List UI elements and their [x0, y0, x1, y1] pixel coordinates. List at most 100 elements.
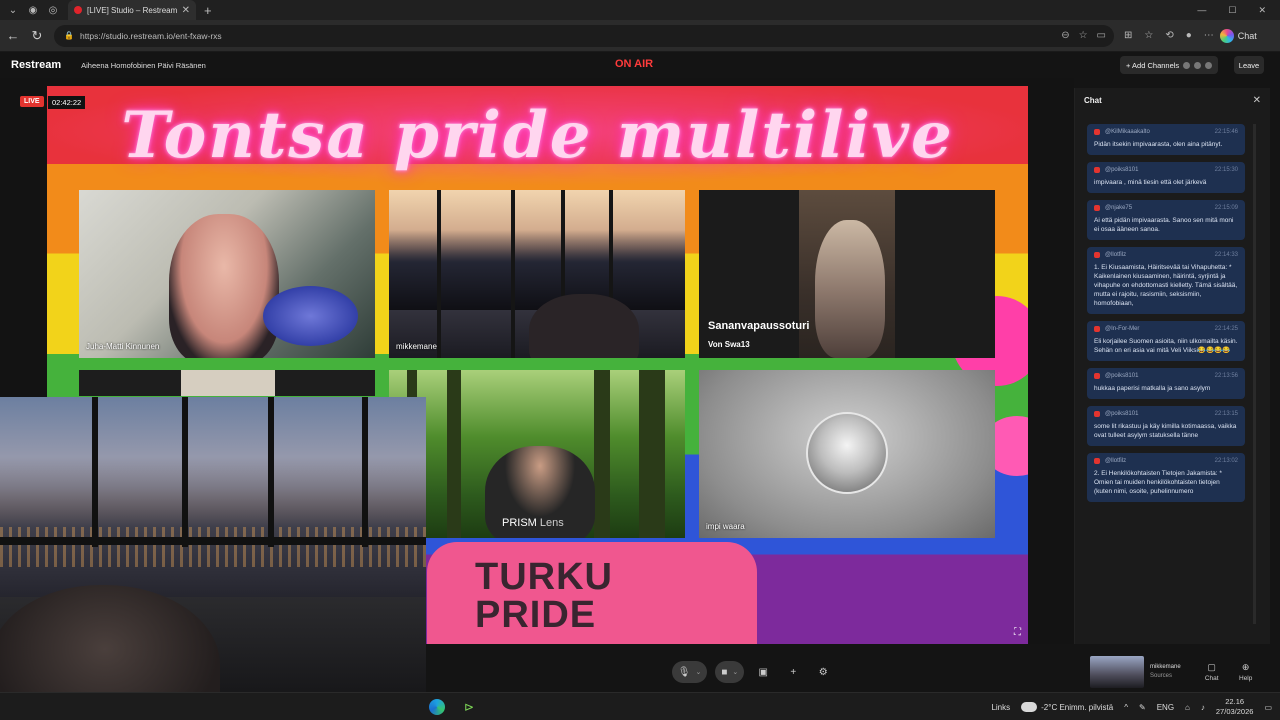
volume-icon[interactable]: ♪: [1201, 703, 1205, 712]
participant-video: [529, 294, 639, 358]
participant-tile-3[interactable]: Sananvapaussoturi Von Swa13: [699, 190, 995, 358]
window-frame: [268, 397, 274, 547]
chat-message-meta: @KilMikaaakalto 22:15:46: [1094, 129, 1238, 135]
split-screen-icon[interactable]: ▭: [1097, 30, 1106, 41]
favorites-icon[interactable]: ☆: [1144, 30, 1153, 41]
presenter-shirt: TURKU PRIDE: [427, 542, 757, 644]
camera-button[interactable]: ■ ⌄: [715, 661, 745, 683]
notification-icon[interactable]: ▭: [1264, 703, 1272, 712]
tree-background: [639, 370, 665, 538]
chat-message[interactable]: @In-For-Mer 22:14:25 Eli korjailee Suomen …: [1087, 321, 1245, 361]
restream-logo[interactable]: Restream: [11, 59, 61, 71]
window-frame: [511, 190, 515, 358]
language-indicator[interactable]: ENG: [1157, 703, 1174, 712]
app-taskbar-icon[interactable]: ⊳: [460, 698, 478, 716]
edge-taskbar-icon[interactable]: [428, 698, 446, 716]
extensions-icon[interactable]: ⊞: [1124, 30, 1132, 41]
headphones-graphic: [263, 286, 358, 346]
participant-tile-2[interactable]: mikkemane: [389, 190, 685, 358]
chat-message[interactable]: @poiks8101 22:13:15 some lit rikastuu ja k…: [1087, 406, 1245, 446]
plus-icon: +: [790, 666, 797, 678]
chevron-up-icon[interactable]: ^: [1124, 703, 1128, 712]
leave-button[interactable]: Leave: [1234, 56, 1264, 74]
chevron-down-icon[interactable]: ⌄: [732, 668, 738, 676]
minimize-icon[interactable]: —: [1197, 5, 1206, 16]
stream-title[interactable]: Aiheena Homofobinen Päivi Räsänen: [81, 61, 206, 70]
close-window-icon[interactable]: ✕: [1258, 5, 1266, 16]
add-button[interactable]: +: [782, 661, 804, 683]
copilot-icon: [1219, 28, 1234, 43]
participant-figure: [815, 220, 885, 358]
source-info: mikkemane Sources: [1150, 663, 1181, 681]
chat-timestamp: 22:14:25: [1214, 326, 1238, 332]
settings-button[interactable]: ⚙: [812, 661, 834, 683]
chat-timestamp: 22:13:56: [1214, 373, 1238, 379]
youtube-icon: [1094, 458, 1100, 464]
clock[interactable]: 22.16 27/03/2026: [1216, 697, 1254, 717]
chat-username: @KilMikaaakalto: [1105, 129, 1150, 135]
source-thumbnail[interactable]: [1090, 656, 1144, 688]
participant-avatar: [806, 412, 888, 494]
history-icon[interactable]: ⟲: [1165, 30, 1173, 41]
participant-name: impi waara: [706, 522, 745, 531]
chevron-down-icon[interactable]: ⌄: [695, 668, 701, 676]
refresh-icon[interactable]: ↻: [26, 25, 48, 47]
camera-icon: ■: [721, 666, 728, 678]
chat-message-meta: @In-For-Mer 22:14:25: [1094, 326, 1238, 332]
links-toolbar[interactable]: Links: [991, 703, 1010, 712]
maximize-icon[interactable]: ☐: [1228, 5, 1236, 16]
more-icon[interactable]: ⋯: [1204, 30, 1214, 41]
participant-tile-6[interactable]: [79, 370, 375, 396]
help-button[interactable]: ⊕ Help: [1229, 662, 1263, 682]
back-icon[interactable]: ←: [2, 25, 24, 47]
participant-name: Juha-Matti Kinnunen: [86, 342, 160, 351]
pen-icon[interactable]: ✎: [1139, 703, 1146, 712]
chat-message[interactable]: @llotfilz 22:13:02 2. Ei Henkilökohtaisten…: [1087, 453, 1245, 502]
window-sill: [0, 537, 426, 545]
add-channels-button[interactable]: + Add Channels: [1120, 56, 1219, 74]
close-chat-icon[interactable]: ✕: [1253, 95, 1261, 106]
chat-message[interactable]: @poiks8101 22:13:56 hukkaa paperisi matkal…: [1087, 368, 1245, 399]
sources-area: mikkemane Sources ▢ Chat ⊕ Help: [1090, 654, 1280, 690]
chat-message-meta: @llotfilz 22:13:02: [1094, 458, 1238, 464]
youtube-icon: [1094, 205, 1100, 211]
new-tab-button[interactable]: +: [204, 3, 212, 18]
microphone-button[interactable]: 🎙 ⌄: [671, 661, 708, 683]
participant-name: mikkemane: [396, 342, 437, 351]
chat-scrollbar[interactable]: [1253, 124, 1256, 624]
chat-message[interactable]: @KilMikaaakalto 22:15:46 Pidän itsekin imp…: [1087, 124, 1245, 155]
profile-icon[interactable]: ◉: [26, 3, 40, 17]
system-tray: Links -2°C Enimm. pilvistä ^ ✎ ENG ⌂ ♪ 2…: [991, 697, 1272, 717]
fullscreen-icon[interactable]: ⛶: [1014, 627, 1021, 638]
copilot-chat-button[interactable]: Chat: [1219, 28, 1257, 43]
participant-tile-4[interactable]: saND PRISM Lens: [389, 370, 685, 538]
network-icon[interactable]: ⌂: [1185, 703, 1190, 712]
favorite-star-icon[interactable]: ☆: [1079, 30, 1088, 41]
zoom-icon[interactable]: ⊖: [1061, 30, 1069, 41]
participant-tile-5[interactable]: impi waara: [699, 370, 995, 538]
webcam-overlay: [0, 397, 426, 720]
chat-message[interactable]: @njake75 22:15:09 Ai että pidän impivaaras…: [1087, 200, 1245, 240]
side-chat-button[interactable]: ▢ Chat: [1195, 662, 1229, 682]
tab-close-icon[interactable]: ✕: [182, 5, 190, 16]
participant-video: [169, 214, 279, 358]
youtube-icon: [1094, 373, 1100, 379]
add-channels-label: + Add Channels: [1126, 60, 1180, 70]
url-field[interactable]: 🔒 https://studio.restream.io/ent-fxaw-rx…: [54, 24, 1114, 47]
chat-username: @njake75: [1105, 205, 1133, 211]
profile-avatar-icon[interactable]: ●: [1186, 30, 1192, 41]
weather-widget[interactable]: -2°C Enimm. pilvistä: [1021, 702, 1113, 712]
share-screen-button[interactable]: ▣: [752, 661, 774, 683]
tab-actions-icon[interactable]: ⌄: [6, 3, 20, 17]
workspaces-icon[interactable]: ◎: [46, 3, 60, 17]
participant-tile-1[interactable]: Juha-Matti Kinnunen: [79, 190, 375, 358]
chat-message[interactable]: @llotfilz 22:14:33 1. Ei Kiusaamista, Häir…: [1087, 247, 1245, 314]
youtube-icon: [1094, 129, 1100, 135]
side-chat-label: Chat: [1204, 675, 1219, 682]
chat-message[interactable]: @poiks8101 22:15:30 impivaara , minä tiesi…: [1087, 162, 1245, 193]
tab-restream-studio[interactable]: [LIVE] Studio – Restream ✕: [68, 0, 196, 20]
participant-name: Sananvapaussoturi: [708, 320, 810, 332]
shirt-text: TURKU PRIDE: [475, 556, 613, 636]
chat-message-list[interactable]: @KilMikaaakalto 22:15:46 Pidän itsekin imp…: [1087, 124, 1245, 634]
on-air-indicator: ON AIR: [615, 58, 654, 70]
